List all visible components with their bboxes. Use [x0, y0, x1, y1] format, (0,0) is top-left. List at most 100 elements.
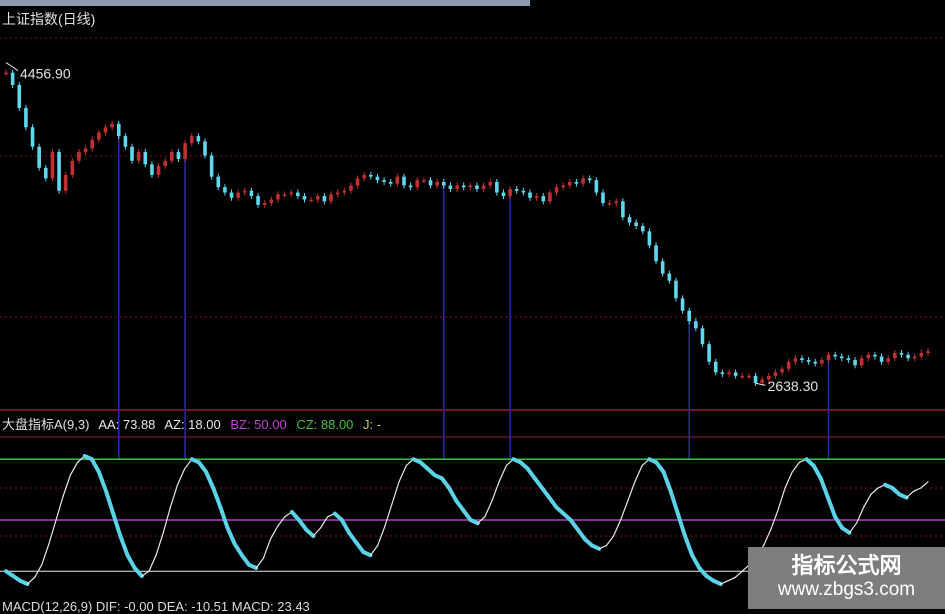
candle: [256, 196, 260, 205]
candle: [660, 261, 665, 274]
candle: [501, 192, 506, 197]
osc-segment-rising: [777, 487, 786, 511]
candle: [912, 356, 917, 359]
candle: [773, 372, 778, 376]
low-arrow: [755, 382, 766, 386]
candle: [43, 167, 48, 179]
candle: [548, 192, 552, 202]
candle: [302, 196, 307, 200]
candle: [70, 160, 75, 175]
candle: [820, 360, 824, 364]
candle: [163, 160, 167, 167]
candle: [893, 352, 897, 359]
candle: [800, 358, 804, 361]
watermark-line1: 指标公式网: [791, 554, 902, 579]
candle: [873, 354, 877, 357]
osc-segment-falling: [118, 534, 130, 558]
candle: [461, 185, 466, 188]
candle: [349, 185, 353, 191]
osc-segment-rising: [176, 468, 186, 486]
osc-segment-rising: [69, 461, 79, 476]
candle: [926, 351, 930, 353]
candle: [727, 372, 731, 375]
osc-segment-rising: [48, 519, 57, 545]
candle: [176, 151, 181, 160]
candle: [37, 146, 41, 168]
osc-segment-rising: [863, 493, 872, 508]
candle: [621, 201, 625, 218]
chart-canvas: 4456.90 2638.30: [0, 37, 945, 586]
candle: [395, 176, 400, 184]
osc-segment-rising: [491, 481, 500, 502]
candle: [521, 190, 526, 193]
osc-segment-rising: [870, 487, 879, 495]
osc-name: 大盘指标A(9,3): [2, 417, 90, 432]
candle: [329, 194, 333, 202]
candle: [375, 176, 380, 181]
osc-segment-falling: [125, 553, 137, 570]
candle: [455, 185, 459, 189]
osc-segment-falling: [690, 553, 702, 570]
candle: [674, 280, 678, 299]
candle: [906, 354, 910, 359]
candle: [561, 185, 565, 188]
osc-segment-rising: [276, 516, 286, 528]
candle: [886, 358, 891, 362]
osc-segment-rising: [269, 525, 279, 540]
candle: [839, 356, 844, 359]
osc-segment-rising: [62, 474, 71, 497]
candle: [10, 72, 15, 85]
candle: [846, 358, 851, 361]
candle: [760, 379, 764, 383]
candle: [408, 185, 413, 188]
candle: [687, 310, 692, 322]
osc-segment-rising: [634, 465, 643, 483]
chart-stage: 4456.90 2638.30 上证指数(日线) 大盘指标A(9,3) AA: 7…: [0, 0, 945, 614]
candle: [229, 192, 234, 198]
osc-segment-falling: [711, 578, 723, 586]
candle: [733, 372, 738, 376]
osc-segment-rising: [262, 538, 272, 560]
osc-segment-falling: [447, 486, 459, 503]
candle: [514, 189, 519, 191]
price-panel-title: 上证指数(日线): [2, 11, 96, 27]
osc-segment-rising: [384, 503, 393, 528]
candle: [422, 180, 426, 182]
candle: [495, 181, 499, 193]
candle: [601, 192, 605, 204]
osc-segment-rising: [791, 461, 800, 473]
candle: [859, 358, 864, 366]
candle: [607, 203, 612, 205]
osc-segment-rising: [763, 528, 772, 547]
osc-segment-falling: [840, 526, 852, 535]
osc-segment-rising: [369, 544, 379, 556]
osc-segment-rising: [484, 500, 493, 518]
osc-segment-falling: [111, 511, 123, 538]
candle: [587, 178, 592, 181]
candle: [77, 151, 81, 161]
candle: [315, 196, 320, 200]
candle: [634, 222, 638, 227]
candle: [614, 201, 619, 204]
candle: [667, 273, 672, 281]
candle: [30, 127, 35, 147]
osc-segment-rising: [620, 500, 629, 521]
candle: [269, 199, 274, 204]
osc-segment-rising: [255, 557, 264, 569]
candle: [707, 344, 711, 362]
candle: [355, 178, 360, 186]
candle: [309, 199, 313, 202]
osc-segment-falling: [675, 511, 687, 538]
candle: [216, 176, 221, 188]
candle: [276, 194, 280, 200]
candle: [853, 360, 857, 366]
az-value: AZ: 18.00: [164, 417, 221, 432]
candle: [780, 368, 784, 373]
candle: [150, 164, 154, 175]
candle: [919, 352, 924, 357]
candle: [196, 136, 201, 142]
candle: [342, 190, 347, 193]
candle: [640, 226, 645, 232]
macd-header: MACD(12,26,9) DIF: -0.00 DEA: -10.51 MAC…: [2, 599, 310, 614]
osc-segment-rising: [55, 495, 64, 521]
